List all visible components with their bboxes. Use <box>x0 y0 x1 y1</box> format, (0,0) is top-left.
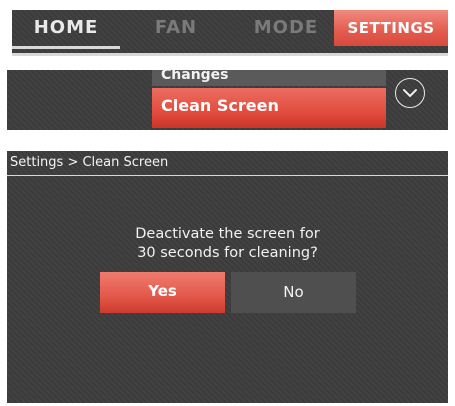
confirmation-prompt: Deactivate the screen for 30 seconds for… <box>7 225 448 263</box>
menu-item-clean-screen[interactable]: Clean Screen <box>152 88 386 128</box>
yes-button[interactable]: Yes <box>100 272 225 313</box>
prompt-line-1: Deactivate the screen for <box>135 226 320 242</box>
tab-mode[interactable]: MODE <box>228 10 344 46</box>
no-button[interactable]: No <box>231 272 356 313</box>
tab-settings[interactable]: SETTINGS <box>334 10 448 46</box>
clean-screen-dialog: Settings > Clean Screen Deactivate the s… <box>7 151 448 403</box>
breadcrumb-divider <box>7 175 448 176</box>
top-tab-bar: HOME FAN MODE SETTINGS <box>12 10 448 56</box>
chevron-down-icon <box>403 89 417 97</box>
tab-fan[interactable]: FAN <box>124 10 228 46</box>
home-tab-underline <box>12 46 120 49</box>
breadcrumb: Settings > Clean Screen <box>10 155 169 170</box>
settings-menu-panel: Changes Clean Screen <box>7 70 448 130</box>
menu-item-changes[interactable]: Changes <box>152 70 386 86</box>
tab-home[interactable]: HOME <box>12 10 120 46</box>
prompt-line-2: 30 seconds for cleaning? <box>137 245 318 261</box>
scroll-down-button[interactable] <box>395 78 425 108</box>
tab-bar-divider <box>12 53 448 56</box>
